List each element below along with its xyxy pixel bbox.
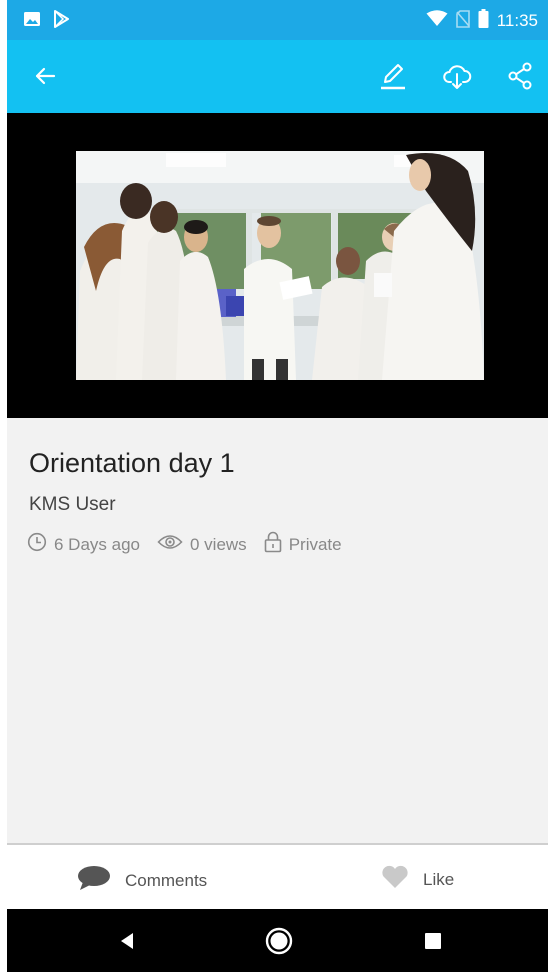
cloud-download-icon[interactable] (441, 60, 473, 92)
like-button[interactable]: Like (381, 865, 454, 894)
meta-views-text: 0 views (190, 534, 247, 554)
nav-back-icon[interactable] (111, 925, 143, 957)
video-player[interactable] (7, 113, 548, 418)
no-sim-icon (455, 9, 470, 33)
edit-pencil-icon[interactable] (377, 60, 409, 92)
share-icon[interactable] (504, 60, 536, 92)
system-nav-bar (7, 909, 548, 972)
meta-privacy: Private (264, 531, 342, 558)
media-meta: 6 Days ago 0 views Private (27, 531, 359, 558)
like-label: Like (423, 869, 455, 889)
media-owner: KMS User (29, 494, 116, 515)
nav-home-icon[interactable] (263, 925, 295, 957)
status-time: 11:35 (496, 11, 538, 30)
wifi-icon (426, 10, 448, 32)
comments-label: Comments (125, 870, 208, 890)
meta-privacy-text: Private (288, 534, 342, 554)
nav-recents-icon[interactable] (417, 925, 449, 957)
video-thumbnail (76, 151, 484, 380)
comment-bubble-icon (77, 865, 111, 896)
app-bar (7, 40, 548, 113)
meta-views: 0 views (157, 533, 247, 556)
bottom-action-bar: Comments Like (7, 843, 548, 911)
meta-age: 6 Days ago (27, 532, 140, 557)
play-store-icon (53, 10, 69, 33)
status-bar: 11:35 (7, 0, 548, 40)
back-arrow-icon[interactable] (29, 60, 61, 92)
battery-icon (478, 9, 489, 33)
heart-icon (381, 865, 409, 894)
app-screen: 11:35 Orientation day 1 KMS User 6 Days … (7, 0, 548, 972)
clock-icon (27, 532, 47, 557)
image-icon (23, 11, 41, 32)
meta-age-text: 6 Days ago (54, 534, 140, 554)
media-title: Orientation day 1 (29, 448, 235, 478)
status-notifications (23, 10, 69, 33)
comments-button[interactable]: Comments (77, 865, 207, 896)
status-system: 11:35 (426, 9, 538, 33)
eye-icon (157, 533, 183, 556)
lock-icon (264, 531, 282, 558)
